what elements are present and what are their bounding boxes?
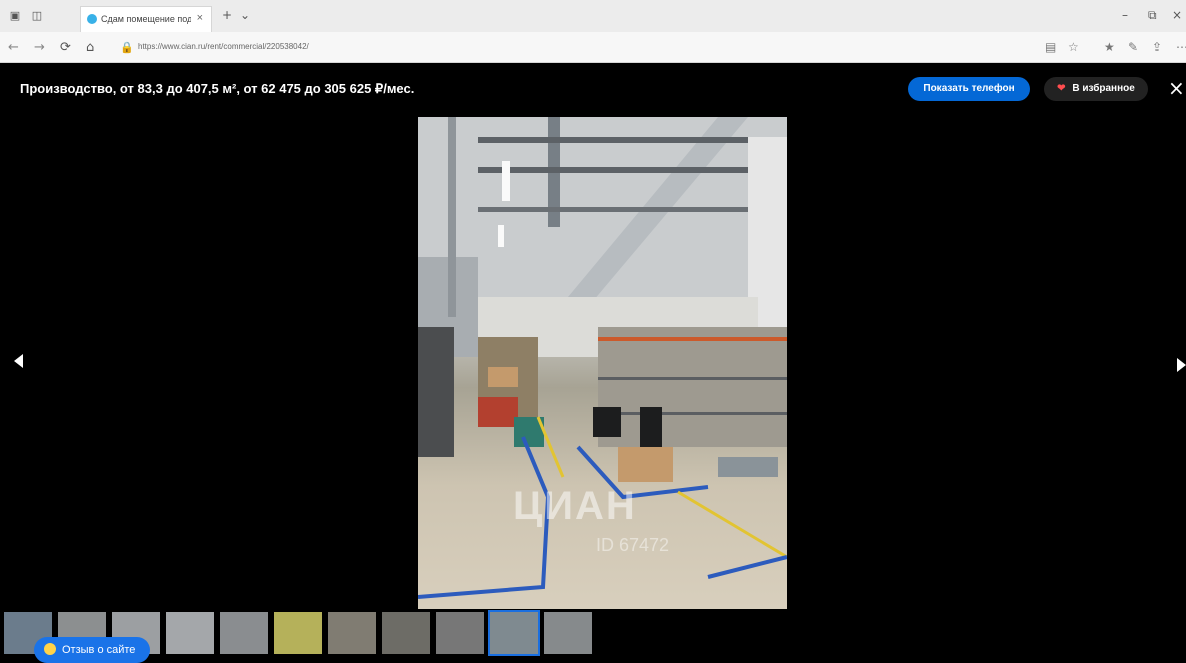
thumbnail[interactable] bbox=[220, 612, 268, 654]
forward-button[interactable]: → bbox=[34, 40, 45, 55]
close-window-button[interactable]: × bbox=[1172, 8, 1182, 22]
thumbnail[interactable] bbox=[544, 612, 592, 654]
more-icon[interactable]: ⋯ bbox=[1176, 40, 1186, 54]
reading-view-icon[interactable]: ▤ bbox=[1045, 40, 1056, 54]
thumbnail[interactable] bbox=[436, 612, 484, 654]
smile-icon bbox=[44, 643, 56, 655]
tab-aside-icon[interactable]: ◫ bbox=[30, 10, 44, 22]
new-tab-button[interactable]: + bbox=[222, 8, 232, 22]
add-to-favorites-button[interactable]: ❤ В избранное bbox=[1044, 77, 1148, 101]
favorites-label: В избранное bbox=[1072, 83, 1135, 94]
home-button[interactable]: ⌂ bbox=[86, 40, 94, 55]
tab-active[interactable]: Сдам помещение под × bbox=[80, 6, 212, 32]
back-button[interactable]: ← bbox=[8, 40, 19, 55]
thumbnail[interactable] bbox=[382, 612, 430, 654]
gallery-title: Производство, от 83,3 до 407,5 м², от 62… bbox=[20, 81, 415, 96]
lock-icon: 🔒 bbox=[120, 42, 134, 54]
previous-photo-arrow-icon[interactable] bbox=[14, 354, 23, 368]
tab-actions-icon[interactable]: ▣ bbox=[8, 10, 22, 22]
url-input[interactable]: https://www.cian.ru/rent/commercial/2205… bbox=[138, 42, 309, 51]
minimize-button[interactable]: – bbox=[1122, 8, 1128, 22]
watermark-id: ID 67472 bbox=[596, 535, 670, 555]
cian-favicon-icon bbox=[87, 14, 97, 24]
close-viewer-icon[interactable]: × bbox=[1168, 76, 1185, 100]
tab-menu-chevron-icon[interactable]: ⌄ bbox=[240, 8, 250, 22]
thumbnail-active[interactable] bbox=[488, 610, 540, 656]
browser-tab-bar: ▣ ◫ Сдам помещение под × + ⌄ – ⧉ × bbox=[0, 0, 1186, 33]
heart-icon: ❤ bbox=[1057, 83, 1066, 94]
thumbnail[interactable] bbox=[328, 612, 376, 654]
share-icon[interactable]: ⇪ bbox=[1152, 40, 1162, 54]
show-phone-button[interactable]: Показать телефон bbox=[908, 77, 1030, 101]
site-feedback-button[interactable]: Отзыв о сайте bbox=[34, 637, 150, 663]
main-photo: ЦИАН ID 67472 bbox=[418, 117, 787, 609]
next-photo-arrow-icon[interactable] bbox=[1177, 358, 1186, 372]
tab-close-icon[interactable]: × bbox=[197, 12, 203, 24]
feedback-label: Отзыв о сайте bbox=[62, 644, 136, 656]
tab-title: Сдам помещение под bbox=[101, 14, 191, 24]
cian-watermark: ЦИАН bbox=[513, 484, 637, 528]
thumbnail[interactable] bbox=[274, 612, 322, 654]
reload-button[interactable]: ⟳ bbox=[60, 40, 71, 55]
restore-button[interactable]: ⧉ bbox=[1148, 8, 1157, 23]
thumbnail[interactable] bbox=[166, 612, 214, 654]
notes-icon[interactable]: ✎ bbox=[1128, 40, 1138, 54]
favorite-star-icon[interactable]: ☆ bbox=[1068, 40, 1079, 54]
favorites-bar-icon[interactable]: ★ bbox=[1104, 40, 1115, 54]
